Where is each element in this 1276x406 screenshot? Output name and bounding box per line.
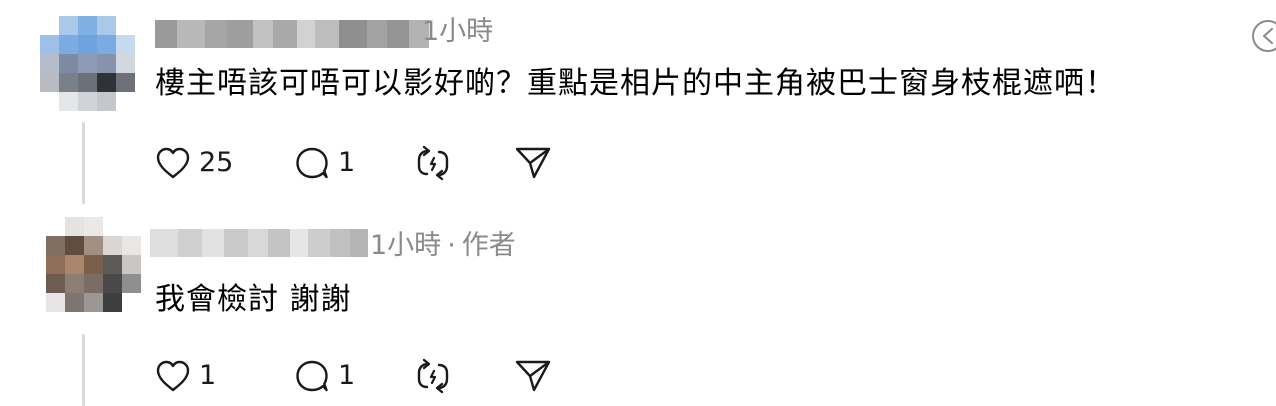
share-icon: [515, 147, 551, 179]
reply-count: 1: [338, 360, 356, 391]
reply-count: 1: [338, 147, 356, 178]
repost-button[interactable]: [414, 358, 452, 394]
avatar[interactable]: [46, 217, 141, 312]
heart-icon: [156, 360, 190, 392]
comment-meta: 1小時 · 作者: [370, 229, 516, 263]
author-name[interactable]: [150, 229, 368, 257]
reply-button[interactable]: 1: [294, 359, 355, 393]
repost-icon: [417, 145, 449, 181]
reply-button[interactable]: 1: [294, 146, 355, 180]
heart-icon: [156, 147, 190, 179]
more-options-icon[interactable]: [1250, 18, 1276, 54]
author-tag: 作者: [461, 230, 516, 261]
meta-separator: ·: [447, 230, 456, 261]
comment-meta: 1小時: [422, 15, 493, 49]
share-button[interactable]: [514, 359, 552, 393]
like-count: 25: [199, 147, 234, 178]
avatar[interactable]: [40, 16, 135, 111]
thread-line: [82, 334, 85, 406]
comment-icon: [296, 360, 328, 392]
like-count: 1: [199, 360, 217, 391]
comment-text: 我會檢討 謝謝: [155, 282, 352, 317]
comment-text: 樓主唔該可唔可以影好啲？重點是相片的中主角被巴士窗身枝棍遮哂！: [155, 66, 1116, 101]
share-button[interactable]: [514, 146, 552, 180]
repost-icon: [417, 358, 449, 394]
timestamp[interactable]: 1小時: [422, 16, 493, 47]
share-icon: [515, 360, 551, 392]
timestamp[interactable]: 1小時: [370, 230, 441, 261]
author-name[interactable]: [155, 20, 429, 48]
comment-icon: [296, 147, 328, 179]
repost-button[interactable]: [414, 145, 452, 181]
thread-line: [82, 122, 85, 204]
like-button[interactable]: 1: [155, 359, 216, 393]
like-button[interactable]: 25: [155, 146, 233, 180]
